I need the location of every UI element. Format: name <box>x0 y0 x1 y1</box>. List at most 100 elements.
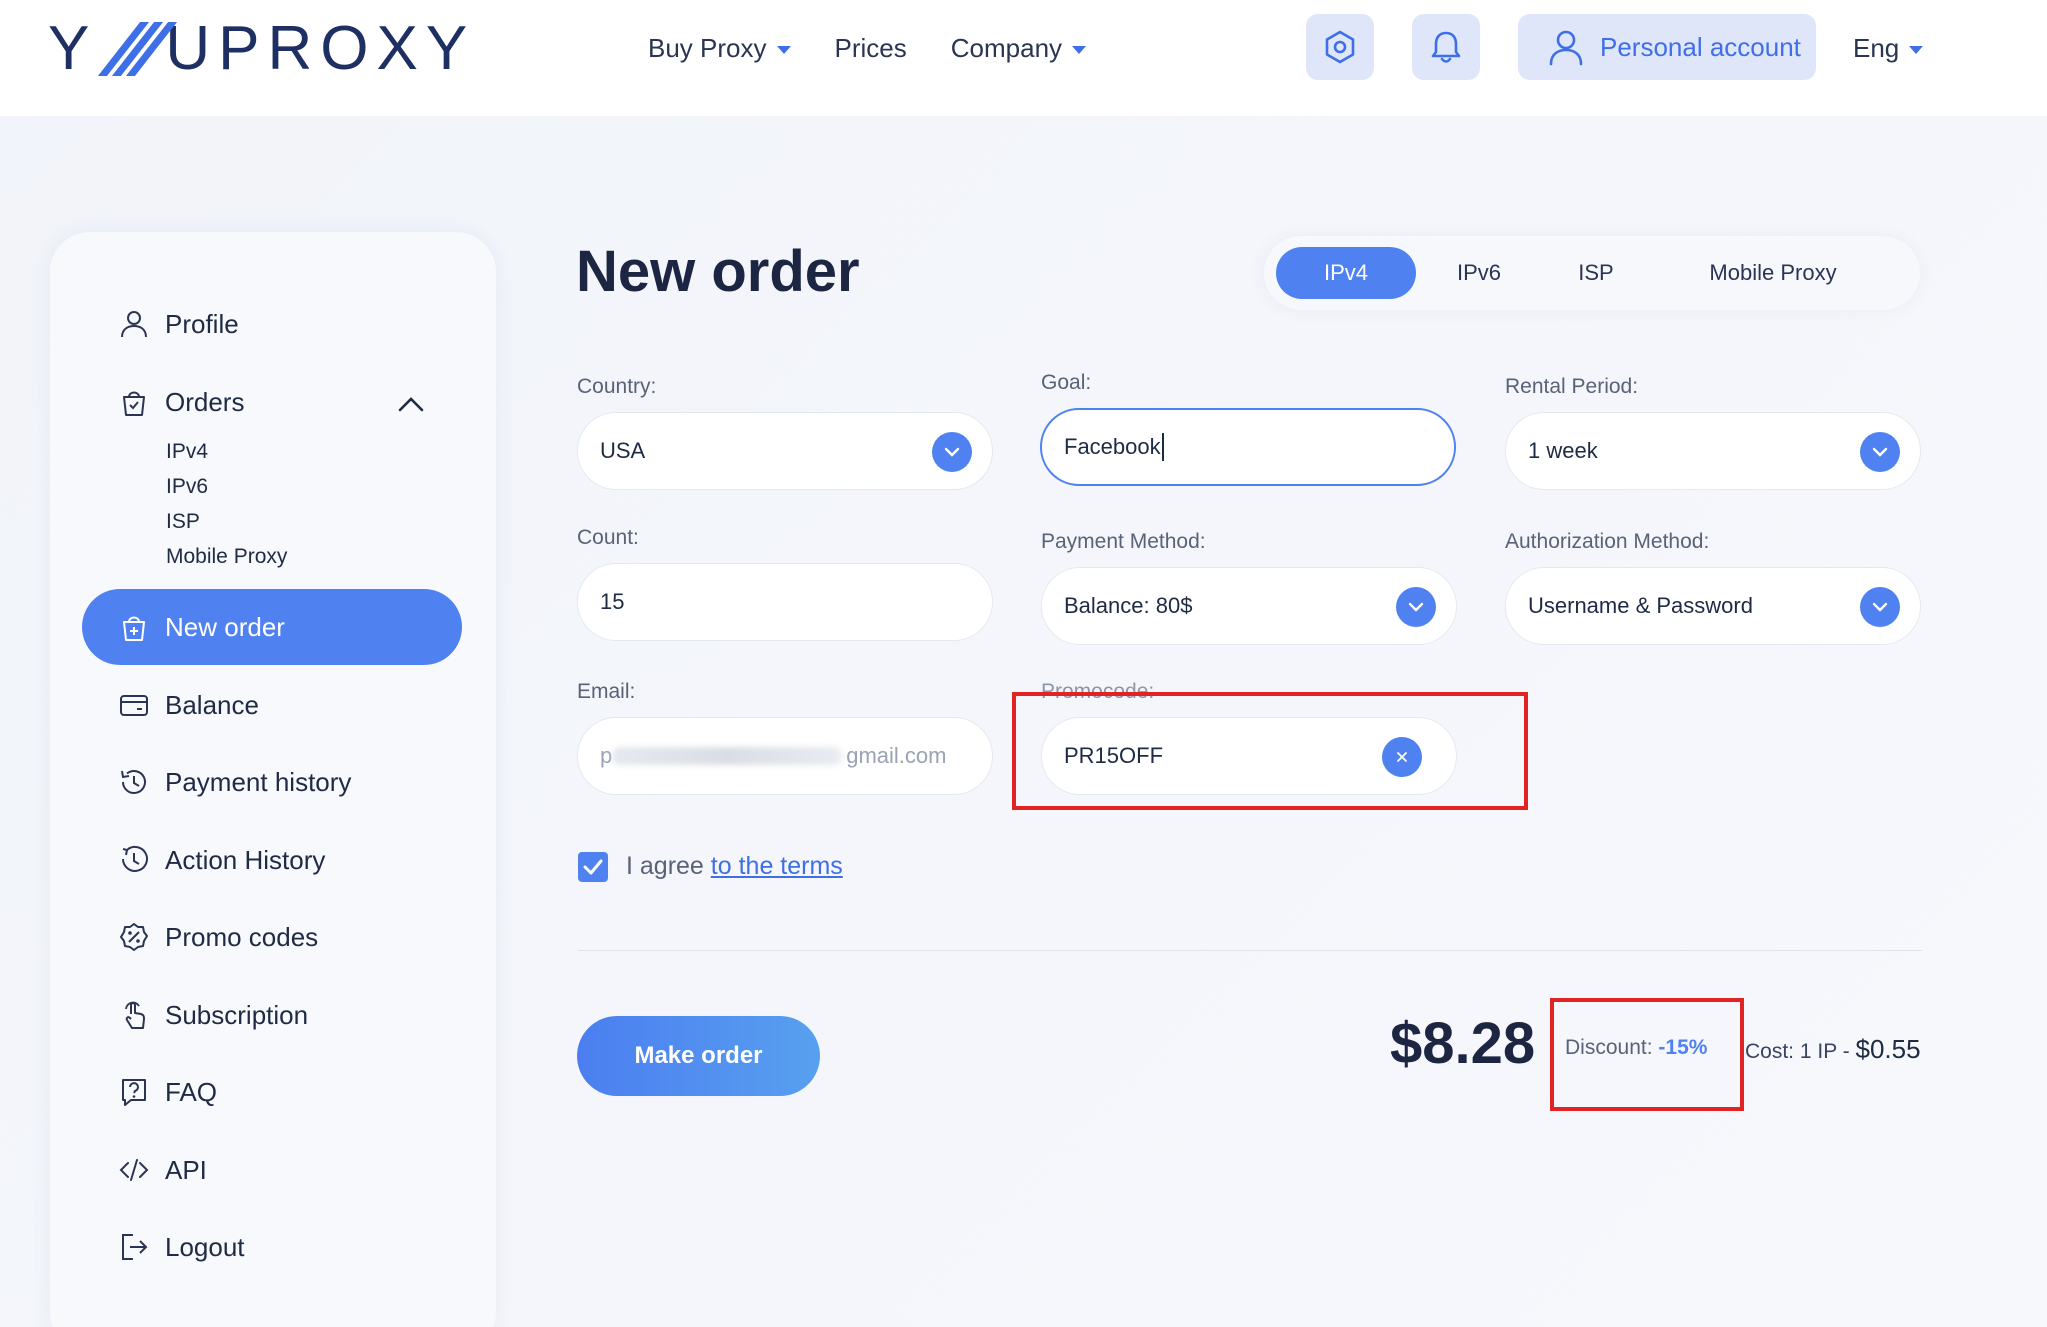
nav-company[interactable]: Company <box>950 28 1087 68</box>
history-icon <box>118 766 150 798</box>
country-select[interactable]: USA <box>577 412 993 490</box>
clock-icon <box>118 844 150 876</box>
authorization-method-value: Username & Password <box>1528 593 1753 618</box>
language-selector[interactable]: Eng <box>1853 28 1924 68</box>
sidebar-item-api[interactable]: API <box>82 1132 462 1208</box>
payment-method-label: Payment Method: <box>1041 530 1206 553</box>
text-cursor <box>1161 433 1164 461</box>
support-button[interactable] <box>1306 14 1374 80</box>
sidebar-item-faq[interactable]: FAQ <box>82 1054 462 1130</box>
sidebar-item-label: Subscription <box>165 999 309 1030</box>
sidebar-subitem-ipv4[interactable]: IPv4 <box>166 440 208 464</box>
cost-label: Cost: 1 IP - <box>1745 1040 1850 1063</box>
sidebar-subitem-mobile-proxy[interactable]: Mobile Proxy <box>166 545 287 569</box>
logo[interactable]: Y UPROXY <box>48 14 475 83</box>
rental-period-select[interactable]: 1 week <box>1505 412 1921 490</box>
sidebar-item-promo-codes[interactable]: Promo codes <box>82 899 462 975</box>
top-header: Y UPROXY Buy Proxy Prices Company Person… <box>0 0 2047 116</box>
email-input[interactable]: p gmail.com <box>577 717 993 795</box>
sidebar-item-label: FAQ <box>165 1076 218 1107</box>
user-icon <box>1549 30 1583 66</box>
caret-down-icon <box>776 45 791 54</box>
terms-link[interactable]: to the terms <box>711 852 843 880</box>
email-value-prefix: p <box>600 743 613 768</box>
tab-mobile-proxy[interactable]: Mobile Proxy <box>1658 247 1888 299</box>
nav-prices-label: Prices <box>834 32 907 63</box>
tab-ipv6[interactable]: IPv6 <box>1424 247 1534 299</box>
sidebar-item-label: Orders <box>165 386 245 417</box>
new-order-icon <box>118 611 150 643</box>
personal-account-button[interactable]: Personal account <box>1518 14 1816 80</box>
code-icon <box>118 1154 150 1186</box>
terms-label: I agree <box>626 852 704 880</box>
sidebar-item-subscription[interactable]: Subscription <box>82 977 462 1053</box>
question-icon <box>118 1076 150 1108</box>
main-nav: Buy Proxy Prices Company <box>648 28 1130 68</box>
sidebar-item-logout[interactable]: Logout <box>82 1209 462 1285</box>
sidebar-item-label: Logout <box>165 1231 245 1262</box>
sidebar-item-payment-history[interactable]: Payment history <box>82 744 462 820</box>
divider <box>578 950 1922 951</box>
bell-icon <box>1431 31 1461 63</box>
chevron-down-icon[interactable] <box>1396 587 1436 627</box>
authorization-method-select[interactable]: Username & Password <box>1505 567 1921 645</box>
count-label: Count: <box>577 526 639 549</box>
sidebar-item-label: New order <box>165 611 285 642</box>
checkmark-icon <box>583 859 603 875</box>
sidebar-item-action-history[interactable]: Action History <box>82 822 462 898</box>
language-label: Eng <box>1853 32 1900 63</box>
chevron-down-icon[interactable] <box>932 432 972 472</box>
sidebar-item-new-order[interactable]: New order <box>82 589 462 665</box>
sidebar-item-label: Balance <box>165 689 259 720</box>
chevron-down-icon[interactable] <box>1860 587 1900 627</box>
proxy-type-tabs: IPv4 IPv6 ISP Mobile Proxy <box>1264 236 1920 310</box>
cost-info: Cost: 1 IP - $0.55 <box>1745 1034 1921 1065</box>
bag-icon <box>118 386 150 418</box>
goal-value: Facebook <box>1064 434 1161 459</box>
country-label: Country: <box>577 375 657 398</box>
discount-highlight-box <box>1550 998 1744 1111</box>
chevron-up-icon[interactable] <box>398 396 424 412</box>
nav-buy-proxy-label: Buy Proxy <box>648 32 767 63</box>
sidebar-item-label: Profile <box>165 308 239 339</box>
promocode-highlight-box <box>1012 692 1528 810</box>
rental-period-value: 1 week <box>1528 438 1598 463</box>
hexagon-settings-icon <box>1325 30 1355 64</box>
make-order-button[interactable]: Make order <box>577 1016 820 1096</box>
cost-value: $0.55 <box>1855 1034 1921 1064</box>
payment-method-select[interactable]: Balance: 80$ <box>1041 567 1457 645</box>
card-icon <box>118 689 150 721</box>
authorization-method-label: Authorization Method: <box>1505 530 1710 553</box>
tab-ipv4[interactable]: IPv4 <box>1276 247 1416 299</box>
country-value: USA <box>600 438 646 463</box>
sidebar-item-profile[interactable]: Profile <box>82 286 462 362</box>
sidebar-item-balance[interactable]: Balance <box>82 667 462 743</box>
logo-left: Y <box>48 13 98 83</box>
nav-prices[interactable]: Prices <box>835 28 907 68</box>
nav-buy-proxy[interactable]: Buy Proxy <box>648 28 791 68</box>
tab-isp[interactable]: ISP <box>1548 247 1644 299</box>
count-input[interactable]: 15 <box>577 563 993 641</box>
rental-period-label: Rental Period: <box>1505 375 1639 398</box>
terms-checkbox[interactable] <box>578 852 608 882</box>
terms-text: I agree to the terms <box>626 852 843 881</box>
sidebar-item-label: Action History <box>165 844 326 875</box>
sidebar-item-label: API <box>165 1154 207 1185</box>
logout-icon <box>118 1231 150 1263</box>
chevron-down-icon[interactable] <box>1860 432 1900 472</box>
email-label: Email: <box>577 680 636 703</box>
sidebar-subitem-ipv6[interactable]: IPv6 <box>166 475 208 499</box>
notifications-button[interactable] <box>1412 14 1480 80</box>
goal-input[interactable]: Facebook <box>1040 408 1456 486</box>
page-title: New order <box>576 239 860 304</box>
logo-right: UPROXY <box>165 13 476 83</box>
sidebar-item-label: Payment history <box>165 766 352 797</box>
payment-method-value: Balance: 80$ <box>1064 593 1193 618</box>
goal-label: Goal: <box>1041 371 1092 394</box>
total-price: $8.28 <box>1390 1011 1536 1076</box>
caret-down-icon <box>1072 45 1087 54</box>
percent-badge-icon <box>118 921 150 953</box>
nav-company-label: Company <box>950 32 1063 63</box>
sidebar-subitem-isp[interactable]: ISP <box>166 510 200 534</box>
sidebar-item-label: Promo codes <box>165 921 319 952</box>
